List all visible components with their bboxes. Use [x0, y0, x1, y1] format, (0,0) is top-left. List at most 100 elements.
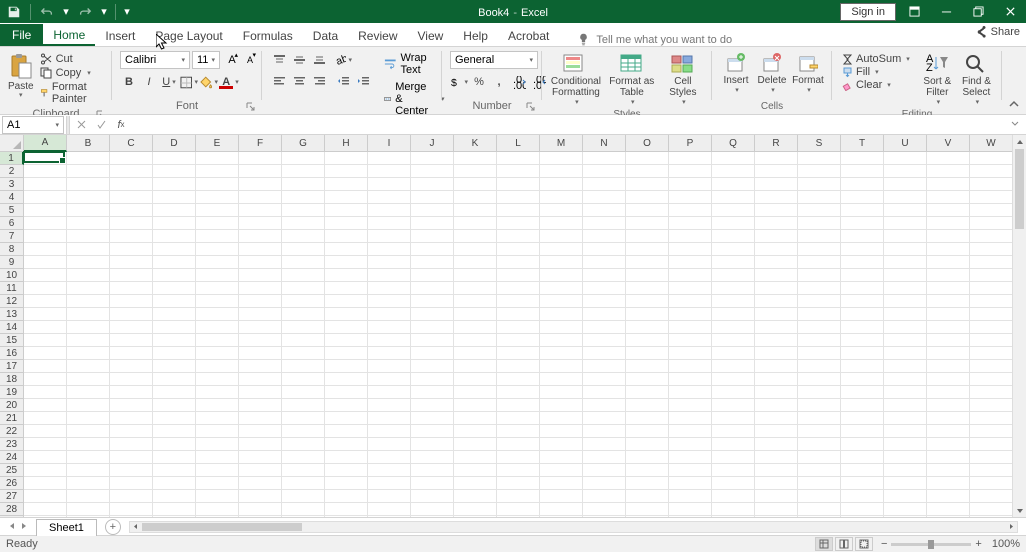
merge-center-button[interactable]: Merge & Center▾	[380, 80, 449, 118]
column-header[interactable]: J	[411, 135, 454, 152]
row-header[interactable]: 9	[0, 256, 24, 269]
undo-icon[interactable]	[37, 2, 57, 22]
number-format-select[interactable]: General▾	[450, 51, 538, 69]
decrease-indent-icon[interactable]	[334, 72, 352, 90]
zoom-level[interactable]: 100%	[992, 538, 1020, 550]
tab-review[interactable]: Review	[348, 25, 407, 46]
borders-button[interactable]: ▾	[180, 73, 198, 91]
row-header[interactable]: 21	[0, 412, 24, 425]
tab-page-layout[interactable]: Page Layout	[145, 25, 232, 46]
copy-button[interactable]: Copy▾	[38, 67, 104, 79]
tab-data[interactable]: Data	[303, 25, 348, 46]
column-header[interactable]: C	[110, 135, 153, 152]
page-layout-view-icon[interactable]	[835, 537, 853, 551]
tab-formulas[interactable]: Formulas	[233, 25, 303, 46]
scroll-up-icon[interactable]	[1013, 135, 1026, 148]
row-header[interactable]: 22	[0, 425, 24, 438]
sort-filter-button[interactable]: AZSort & Filter▾	[920, 51, 955, 106]
format-painter-button[interactable]: Format Painter	[38, 81, 104, 105]
cancel-formula-icon[interactable]	[72, 116, 90, 134]
fill-button[interactable]: Fill▾	[840, 66, 912, 78]
collapse-ribbon-icon[interactable]	[1008, 98, 1022, 112]
conditional-formatting-button[interactable]: Conditional Formatting▾	[550, 51, 602, 106]
column-header[interactable]: B	[67, 135, 110, 152]
add-sheet-button[interactable]: +	[105, 519, 121, 535]
column-header[interactable]: V	[927, 135, 970, 152]
font-color-button[interactable]: A▾	[220, 73, 238, 91]
font-size-select[interactable]: 11▾	[192, 51, 220, 69]
increase-decimal-icon[interactable]: .0.00	[510, 73, 528, 91]
close-icon[interactable]	[996, 2, 1024, 22]
zoom-in-icon[interactable]: +	[975, 538, 981, 550]
row-header[interactable]: 5	[0, 204, 24, 217]
row-header[interactable]: 17	[0, 360, 24, 373]
cut-button[interactable]: Cut	[38, 53, 104, 65]
bold-button[interactable]: B	[120, 73, 138, 91]
align-bottom-icon[interactable]	[310, 51, 328, 69]
restore-icon[interactable]	[964, 2, 992, 22]
save-icon[interactable]	[4, 2, 24, 22]
scroll-right-icon[interactable]	[1005, 523, 1017, 530]
sheet-nav-prev-icon[interactable]	[8, 521, 16, 533]
column-header[interactable]: D	[153, 135, 196, 152]
underline-button[interactable]: U▾	[160, 73, 178, 91]
select-all-corner[interactable]	[0, 135, 24, 152]
scroll-down-icon[interactable]	[1013, 504, 1026, 517]
redo-dropdown[interactable]: ▾	[99, 5, 109, 18]
format-cells-button[interactable]: Format▾	[792, 51, 824, 94]
row-header[interactable]: 14	[0, 321, 24, 334]
column-header[interactable]: H	[325, 135, 368, 152]
column-header[interactable]: L	[497, 135, 540, 152]
row-header[interactable]: 13	[0, 308, 24, 321]
increase-indent-icon[interactable]	[354, 72, 372, 90]
increase-font-icon[interactable]: A▴	[224, 52, 240, 68]
row-header[interactable]: 2	[0, 165, 24, 178]
row-header[interactable]: 4	[0, 191, 24, 204]
row-header[interactable]: 16	[0, 347, 24, 360]
expand-formula-bar-icon[interactable]	[1010, 118, 1024, 132]
wrap-text-button[interactable]: Wrap Text	[380, 51, 449, 77]
align-middle-icon[interactable]	[290, 51, 308, 69]
row-header[interactable]: 7	[0, 230, 24, 243]
row-header[interactable]: 24	[0, 451, 24, 464]
tab-insert[interactable]: Insert	[95, 25, 145, 46]
clear-button[interactable]: Clear▾	[840, 79, 912, 91]
row-header[interactable]: 11	[0, 282, 24, 295]
page-break-view-icon[interactable]	[855, 537, 873, 551]
column-header[interactable]: W	[970, 135, 1013, 152]
zoom-out-icon[interactable]: −	[881, 538, 887, 550]
italic-button[interactable]: I	[140, 73, 158, 91]
vscroll-thumb[interactable]	[1015, 149, 1024, 229]
row-header[interactable]: 23	[0, 438, 24, 451]
minimize-icon[interactable]	[932, 2, 960, 22]
formula-bar-input[interactable]	[130, 116, 1010, 134]
tab-home[interactable]: Home	[43, 24, 95, 46]
vertical-scrollbar[interactable]	[1012, 135, 1026, 517]
tab-view[interactable]: View	[408, 25, 454, 46]
accounting-format-icon[interactable]: $▾	[450, 73, 468, 91]
row-header[interactable]: 12	[0, 295, 24, 308]
find-select-button[interactable]: Find & Select▾	[959, 51, 994, 106]
column-header[interactable]: I	[368, 135, 411, 152]
column-header[interactable]: U	[884, 135, 927, 152]
font-name-select[interactable]: Calibri▾	[120, 51, 190, 69]
row-header[interactable]: 28	[0, 503, 24, 516]
normal-view-icon[interactable]	[815, 537, 833, 551]
ribbon-display-options-icon[interactable]	[900, 2, 928, 22]
cells-area[interactable]	[24, 152, 1026, 517]
column-header[interactable]: E	[196, 135, 239, 152]
align-right-icon[interactable]	[310, 72, 328, 90]
column-header[interactable]: R	[755, 135, 798, 152]
horizontal-scrollbar[interactable]	[129, 521, 1018, 533]
insert-function-icon[interactable]: fx	[112, 116, 130, 134]
column-header[interactable]: G	[282, 135, 325, 152]
row-header[interactable]: 6	[0, 217, 24, 230]
align-left-icon[interactable]	[270, 72, 288, 90]
undo-dropdown[interactable]: ▾	[61, 5, 71, 18]
column-header[interactable]: M	[540, 135, 583, 152]
zoom-slider[interactable]	[891, 543, 971, 546]
orientation-icon[interactable]: ab▾	[334, 51, 352, 69]
tab-file[interactable]: File	[0, 24, 43, 46]
column-header[interactable]: S	[798, 135, 841, 152]
percent-format-icon[interactable]: %	[470, 73, 488, 91]
